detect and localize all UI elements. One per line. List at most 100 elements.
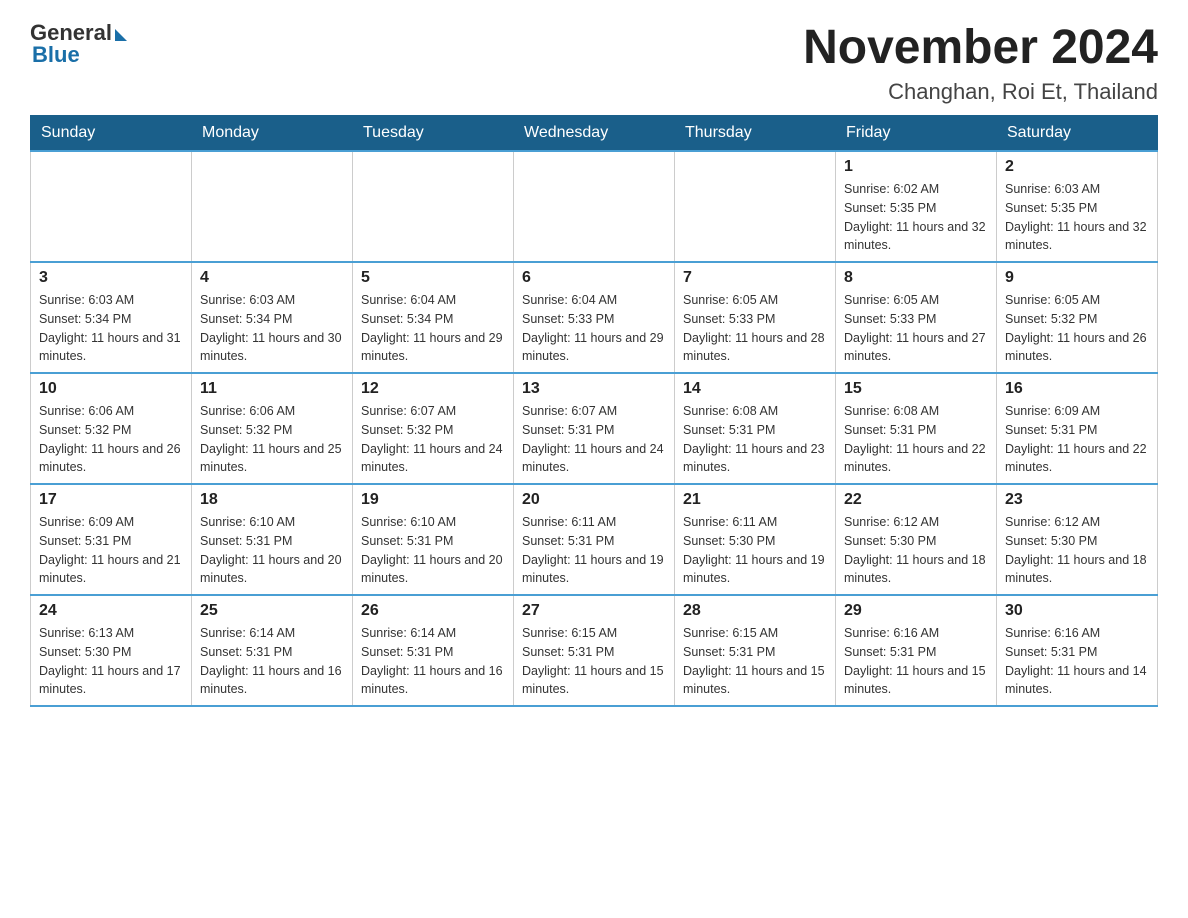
calendar-cell: 9 Sunrise: 6:05 AMSunset: 5:32 PMDaylight…	[997, 262, 1158, 373]
day-info: Sunrise: 6:05 AMSunset: 5:33 PMDaylight:…	[844, 291, 988, 366]
day-info: Sunrise: 6:12 AMSunset: 5:30 PMDaylight:…	[1005, 513, 1149, 588]
day-number: 2	[1005, 158, 1149, 176]
calendar-cell: 2Sunrise: 6:03 AMSunset: 5:35 PMDaylight…	[997, 151, 1158, 262]
day-info: Sunrise: 6:07 AMSunset: 5:31 PMDaylight:…	[522, 402, 666, 477]
day-info: Sunrise: 6:16 AMSunset: 5:31 PMDaylight:…	[844, 624, 988, 699]
day-number: 30	[1005, 602, 1149, 620]
calendar-cell: 19 Sunrise: 6:10 AMSunset: 5:31 PMDayligh…	[353, 484, 514, 595]
day-number: 24	[39, 602, 183, 620]
day-info: Sunrise: 6:12 AMSunset: 5:30 PMDaylight:…	[844, 513, 988, 588]
calendar-cell: 20Sunrise: 6:11 AMSunset: 5:31 PMDayligh…	[514, 484, 675, 595]
day-of-week-header: Tuesday	[353, 116, 514, 152]
calendar-cell: 15 Sunrise: 6:08 AMSunset: 5:31 PMDayligh…	[836, 373, 997, 484]
calendar-header-row: SundayMondayTuesdayWednesdayThursdayFrid…	[31, 116, 1158, 152]
calendar-cell	[353, 151, 514, 262]
day-number: 22	[844, 491, 988, 509]
calendar-cell: 29 Sunrise: 6:16 AMSunset: 5:31 PMDayligh…	[836, 595, 997, 706]
calendar-cell: 16 Sunrise: 6:09 AMSunset: 5:31 PMDayligh…	[997, 373, 1158, 484]
day-info: Sunrise: 6:03 AMSunset: 5:34 PMDaylight:…	[39, 291, 183, 366]
day-info: Sunrise: 6:05 AMSunset: 5:33 PMDaylight:…	[683, 291, 827, 366]
calendar-cell: 5Sunrise: 6:04 AMSunset: 5:34 PMDaylight…	[353, 262, 514, 373]
logo: General Blue	[30, 20, 127, 68]
day-number: 4	[200, 269, 344, 287]
day-info: Sunrise: 6:06 AMSunset: 5:32 PMDaylight:…	[39, 402, 183, 477]
day-info: Sunrise: 6:05 AMSunset: 5:32 PMDaylight:…	[1005, 291, 1149, 366]
day-info: Sunrise: 6:14 AMSunset: 5:31 PMDaylight:…	[361, 624, 505, 699]
calendar-cell	[192, 151, 353, 262]
day-number: 1	[844, 158, 988, 176]
calendar-cell: 6 Sunrise: 6:04 AMSunset: 5:33 PMDaylight…	[514, 262, 675, 373]
calendar-cell: 21 Sunrise: 6:11 AMSunset: 5:30 PMDayligh…	[675, 484, 836, 595]
calendar-table: SundayMondayTuesdayWednesdayThursdayFrid…	[30, 115, 1158, 707]
day-info: Sunrise: 6:03 AMSunset: 5:34 PMDaylight:…	[200, 291, 344, 366]
day-info: Sunrise: 6:10 AMSunset: 5:31 PMDaylight:…	[361, 513, 505, 588]
day-info: Sunrise: 6:11 AMSunset: 5:31 PMDaylight:…	[522, 513, 666, 588]
page-header: General Blue November 2024 Changhan, Roi…	[30, 20, 1158, 105]
calendar-week-row: 10 Sunrise: 6:06 AMSunset: 5:32 PMDayligh…	[31, 373, 1158, 484]
day-number: 14	[683, 380, 827, 398]
calendar-cell: 28 Sunrise: 6:15 AMSunset: 5:31 PMDayligh…	[675, 595, 836, 706]
day-number: 13	[522, 380, 666, 398]
day-of-week-header: Saturday	[997, 116, 1158, 152]
day-of-week-header: Monday	[192, 116, 353, 152]
day-info: Sunrise: 6:08 AMSunset: 5:31 PMDaylight:…	[683, 402, 827, 477]
day-number: 29	[844, 602, 988, 620]
calendar-cell: 1 Sunrise: 6:02 AMSunset: 5:35 PMDaylight…	[836, 151, 997, 262]
day-info: Sunrise: 6:16 AMSunset: 5:31 PMDaylight:…	[1005, 624, 1149, 699]
day-number: 23	[1005, 491, 1149, 509]
calendar-cell: 4 Sunrise: 6:03 AMSunset: 5:34 PMDaylight…	[192, 262, 353, 373]
day-info: Sunrise: 6:09 AMSunset: 5:31 PMDaylight:…	[39, 513, 183, 588]
day-info: Sunrise: 6:08 AMSunset: 5:31 PMDaylight:…	[844, 402, 988, 477]
day-number: 25	[200, 602, 344, 620]
calendar-week-row: 1 Sunrise: 6:02 AMSunset: 5:35 PMDaylight…	[31, 151, 1158, 262]
day-info: Sunrise: 6:02 AMSunset: 5:35 PMDaylight:…	[844, 180, 988, 255]
logo-triangle-icon	[115, 29, 127, 41]
calendar-week-row: 24Sunrise: 6:13 AMSunset: 5:30 PMDayligh…	[31, 595, 1158, 706]
day-number: 9	[1005, 269, 1149, 287]
calendar-cell: 3 Sunrise: 6:03 AMSunset: 5:34 PMDaylight…	[31, 262, 192, 373]
calendar-cell: 25 Sunrise: 6:14 AMSunset: 5:31 PMDayligh…	[192, 595, 353, 706]
day-info: Sunrise: 6:09 AMSunset: 5:31 PMDaylight:…	[1005, 402, 1149, 477]
day-number: 17	[39, 491, 183, 509]
day-info: Sunrise: 6:04 AMSunset: 5:33 PMDaylight:…	[522, 291, 666, 366]
logo-blue-text: Blue	[32, 42, 80, 68]
day-number: 27	[522, 602, 666, 620]
calendar-week-row: 17 Sunrise: 6:09 AMSunset: 5:31 PMDayligh…	[31, 484, 1158, 595]
day-number: 28	[683, 602, 827, 620]
day-number: 6	[522, 269, 666, 287]
day-number: 16	[1005, 380, 1149, 398]
day-number: 12	[361, 380, 505, 398]
calendar-cell: 11Sunrise: 6:06 AMSunset: 5:32 PMDayligh…	[192, 373, 353, 484]
calendar-cell: 30 Sunrise: 6:16 AMSunset: 5:31 PMDayligh…	[997, 595, 1158, 706]
calendar-cell: 14 Sunrise: 6:08 AMSunset: 5:31 PMDayligh…	[675, 373, 836, 484]
calendar-cell	[31, 151, 192, 262]
calendar-cell: 18 Sunrise: 6:10 AMSunset: 5:31 PMDayligh…	[192, 484, 353, 595]
title-section: November 2024 Changhan, Roi Et, Thailand	[803, 20, 1158, 105]
calendar-cell: 7 Sunrise: 6:05 AMSunset: 5:33 PMDaylight…	[675, 262, 836, 373]
day-number: 19	[361, 491, 505, 509]
day-number: 18	[200, 491, 344, 509]
day-number: 11	[200, 380, 344, 398]
calendar-cell	[675, 151, 836, 262]
day-info: Sunrise: 6:14 AMSunset: 5:31 PMDaylight:…	[200, 624, 344, 699]
calendar-cell: 17 Sunrise: 6:09 AMSunset: 5:31 PMDayligh…	[31, 484, 192, 595]
day-of-week-header: Friday	[836, 116, 997, 152]
location-subtitle: Changhan, Roi Et, Thailand	[803, 79, 1158, 105]
day-info: Sunrise: 6:10 AMSunset: 5:31 PMDaylight:…	[200, 513, 344, 588]
day-number: 10	[39, 380, 183, 398]
calendar-cell: 23 Sunrise: 6:12 AMSunset: 5:30 PMDayligh…	[997, 484, 1158, 595]
day-number: 21	[683, 491, 827, 509]
day-of-week-header: Sunday	[31, 116, 192, 152]
day-of-week-header: Thursday	[675, 116, 836, 152]
calendar-cell: 24Sunrise: 6:13 AMSunset: 5:30 PMDayligh…	[31, 595, 192, 706]
day-number: 15	[844, 380, 988, 398]
calendar-cell: 12Sunrise: 6:07 AMSunset: 5:32 PMDayligh…	[353, 373, 514, 484]
day-number: 7	[683, 269, 827, 287]
calendar-cell	[514, 151, 675, 262]
day-info: Sunrise: 6:11 AMSunset: 5:30 PMDaylight:…	[683, 513, 827, 588]
calendar-cell: 22 Sunrise: 6:12 AMSunset: 5:30 PMDayligh…	[836, 484, 997, 595]
calendar-cell: 8 Sunrise: 6:05 AMSunset: 5:33 PMDaylight…	[836, 262, 997, 373]
day-number: 8	[844, 269, 988, 287]
day-number: 3	[39, 269, 183, 287]
day-info: Sunrise: 6:15 AMSunset: 5:31 PMDaylight:…	[683, 624, 827, 699]
